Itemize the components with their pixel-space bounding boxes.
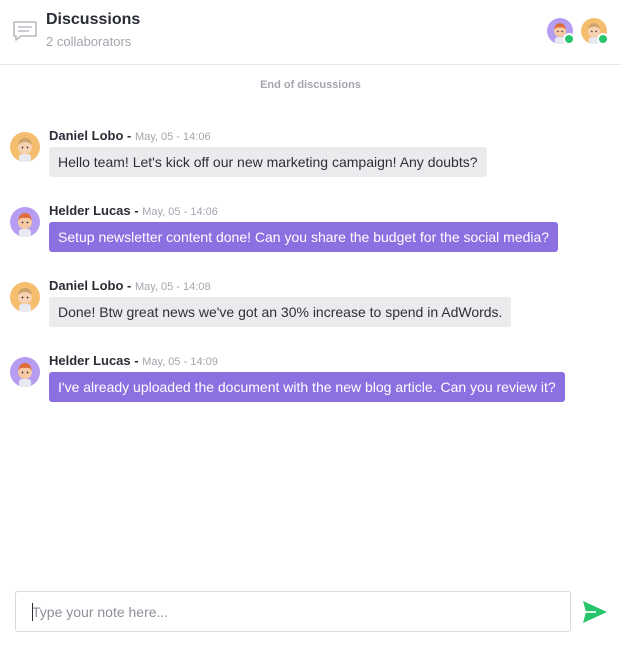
message-bubble: Done! Btw great news we've got an 30% in… [49, 297, 512, 327]
collaborator-avatars [547, 18, 609, 45]
message-timestamp: May, 05 - 14:08 [134, 281, 211, 293]
collaborator-avatar-helder[interactable] [547, 18, 575, 45]
message-bubble: Hello team! Let's kick off our new marke… [49, 147, 487, 177]
send-icon [583, 601, 607, 623]
message-list: Daniel Lobo - May, 05 - 14:06 Hello team… [0, 128, 621, 428]
avatar-helder-icon [10, 207, 40, 237]
message-author: Helder Lucas [49, 203, 131, 218]
list-item: Daniel Lobo - May, 05 - 14:06 Hello team… [0, 128, 621, 203]
text-caret [32, 603, 33, 621]
message-author: Helder Lucas [49, 353, 131, 368]
online-status-indicator [597, 33, 609, 45]
message-header: Daniel Lobo - May, 05 - 14:08 [49, 278, 211, 293]
message-timestamp: May, 05 - 14:09 [142, 356, 218, 368]
separator: - [127, 278, 135, 293]
page-title: Discussions [46, 11, 141, 28]
chat-bubble-icon [12, 20, 38, 42]
list-item: Helder Lucas - May, 05 - 14:09 I've alre… [0, 353, 621, 428]
collaborator-avatar-daniel[interactable] [581, 18, 609, 45]
message-timestamp: May, 05 - 14:06 [134, 131, 211, 143]
message-timestamp: May, 05 - 14:06 [142, 206, 218, 218]
end-of-discussions-note: End of discussions [260, 79, 361, 91]
list-item: Daniel Lobo - May, 05 - 14:08 Done! Btw … [0, 278, 621, 353]
collaborators-count: 2 collaborators [46, 34, 132, 49]
discussions-header: Discussions 2 collaborators [0, 0, 621, 65]
avatar-daniel-icon [10, 282, 40, 312]
message-bubble: Setup newsletter content done! Can you s… [49, 222, 559, 252]
message-author: Daniel Lobo [49, 128, 124, 143]
separator: - [127, 128, 135, 143]
note-input[interactable] [16, 592, 570, 631]
message-author: Daniel Lobo [49, 278, 124, 293]
list-item: Helder Lucas - May, 05 - 14:06 Setup new… [0, 203, 621, 278]
avatar-helder-icon [10, 357, 40, 387]
send-button[interactable] [582, 600, 608, 624]
message-header: Daniel Lobo - May, 05 - 14:06 [49, 128, 211, 143]
online-status-indicator [563, 33, 575, 45]
message-header: Helder Lucas - May, 05 - 14:06 [49, 203, 218, 218]
message-header: Helder Lucas - May, 05 - 14:09 [49, 353, 218, 368]
note-composer [15, 591, 571, 632]
message-bubble: I've already uploaded the document with … [49, 372, 565, 402]
discussions-panel: Discussions 2 collaborators End of discu… [0, 0, 621, 646]
avatar-daniel-icon [10, 132, 40, 162]
